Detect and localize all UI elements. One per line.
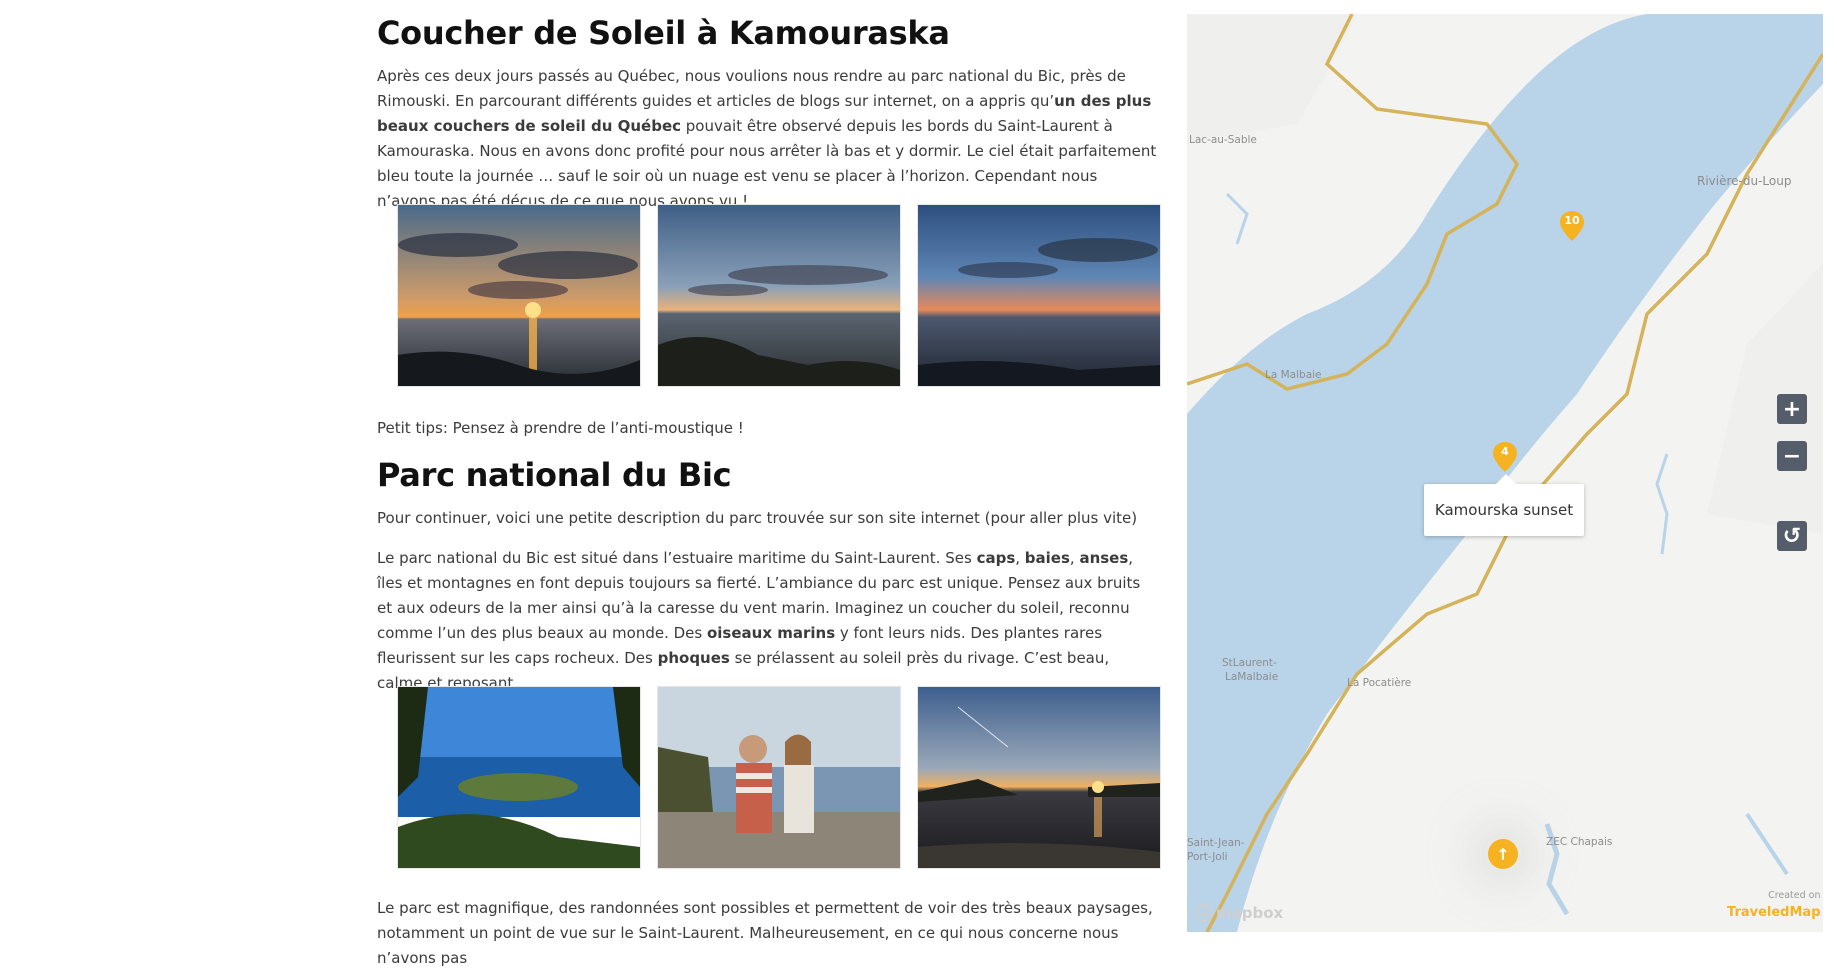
place-stlaurent-1: StLaurent- [1222, 657, 1277, 669]
zoom-out-button[interactable]: − [1777, 441, 1807, 471]
map-popup: Kamourska sunset [1424, 474, 1584, 536]
place-saint-jean-1: Saint-Jean- [1187, 837, 1245, 849]
place-stlaurent-2: LaMalbaie [1225, 671, 1279, 683]
paragraph-kamouraska: Après ces deux jours passés au Québec, n… [377, 67, 1157, 210]
photo-bic-sunset[interactable] [917, 686, 1161, 869]
traveledmap-credit[interactable]: Created on TraveledMap [1727, 890, 1821, 920]
map[interactable]: Lac-au-Sable Rivière-du-Loup La Malbaie … [1187, 14, 1823, 932]
paragraph-bic-intro: Pour continuer, voici une petite descrip… [377, 509, 1138, 527]
reset-view-button[interactable]: ↺ [1777, 521, 1807, 551]
mapbox-logo: mapbox [1195, 904, 1283, 922]
paragraph-bic-description: Le parc national du Bic est situé dans l… [377, 549, 1141, 692]
photo-sunset-1[interactable] [397, 204, 641, 387]
paragraph-bic-conclusion: Le parc est magnifique, des randonnées s… [377, 899, 1153, 967]
map-marker-10[interactable]: 10 [1560, 211, 1584, 241]
tips-text: Petit tips: Pensez à prendre de l’anti-m… [377, 419, 744, 437]
photo-sunset-2[interactable] [657, 204, 901, 387]
zoom-in-button[interactable]: + [1777, 394, 1807, 424]
map-marker-4[interactable]: 4 [1493, 442, 1517, 472]
photo-bic-island[interactable] [397, 686, 641, 869]
scroll-up-button[interactable]: ↑ [1488, 839, 1518, 869]
place-la-malbaie: La Malbaie [1265, 369, 1322, 381]
gallery-sunset [397, 204, 1161, 387]
section-title-bic: Parc national du Bic [377, 456, 732, 494]
place-lac-au-sable: Lac-au-Sable [1189, 134, 1257, 146]
gallery-bic [397, 686, 1161, 869]
place-riviere-du-loup: Rivière-du-Loup [1697, 174, 1792, 188]
section-title-kamouraska: Coucher de Soleil à Kamouraska [377, 14, 950, 52]
place-saint-jean-2: Port-Joli [1187, 851, 1228, 863]
photo-sunset-3[interactable] [917, 204, 1161, 387]
photo-bic-couple[interactable] [657, 686, 901, 869]
map-base [1187, 14, 1823, 932]
mapbox-icon [1195, 904, 1213, 922]
place-zec-chapais: ZEC Chapais [1546, 836, 1613, 848]
place-la-pocatiere: La Pocatière [1347, 677, 1412, 689]
